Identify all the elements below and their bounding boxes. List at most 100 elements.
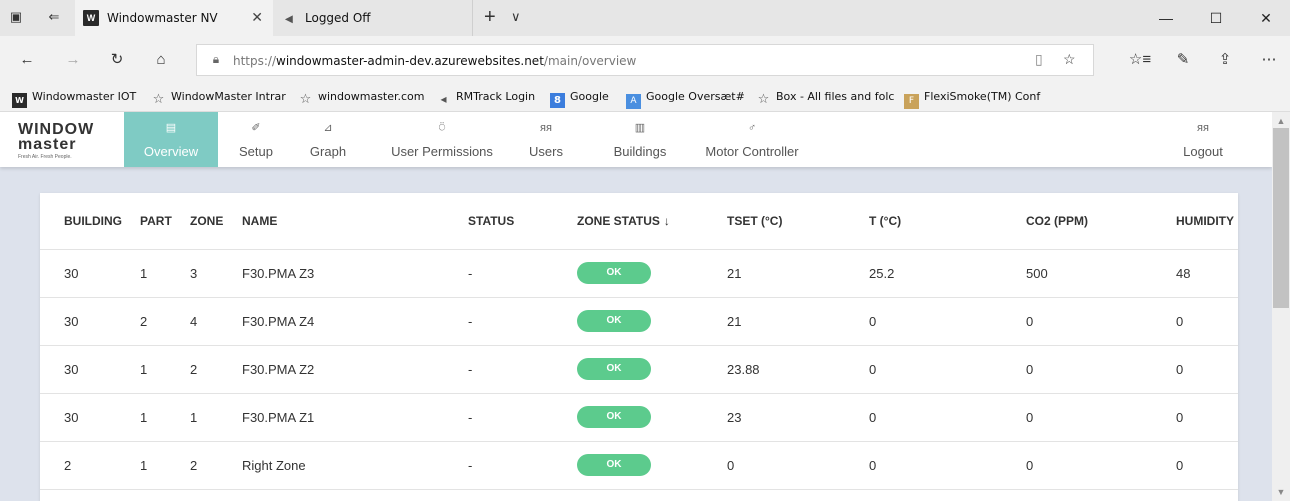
cell-zone: 3 <box>190 249 242 298</box>
chevron-down-icon[interactable]: ∨ <box>511 9 521 25</box>
col-humidity[interactable]: HUMIDITY <box>1176 193 1238 250</box>
col-status[interactable]: STATUS <box>468 193 577 250</box>
favorite-rmtrack-login[interactable]: ◂ RMTrack Login <box>436 90 535 106</box>
url-text[interactable]: https://windowmaster-admin-dev.azurewebs… <box>233 54 636 68</box>
share-icon[interactable]: ⇪ <box>1214 50 1236 70</box>
favorite-google-translate[interactable]: A Google Oversæt# <box>626 90 745 109</box>
favorite-windowmaster-com[interactable]: ☆ windowmaster.com <box>298 90 425 107</box>
menu-overview[interactable]: ▤ Overview <box>124 112 218 167</box>
menu-user-permissions[interactable]: ⍥ User Permissions <box>372 112 512 167</box>
scroll-up-icon[interactable]: ▲ <box>1272 114 1290 128</box>
address-bar[interactable]: 🔒︎ https://windowmaster-admin-dev.azurew… <box>196 44 1094 76</box>
table-row[interactable]: 2 1 2 Right Zone - OK 0 0 0 0 <box>40 441 1238 490</box>
wrench-icon: ✐ <box>251 122 261 134</box>
zones-table-card: BUILDING PART ZONE NAME STATUS ZONE STAT… <box>40 193 1238 501</box>
refresh-button[interactable]: ↻ <box>106 50 128 70</box>
windowmaster-logo[interactable]: WINDOW master Fresh Air. Fresh People. <box>18 122 118 162</box>
building-icon: ▥ <box>634 122 646 134</box>
close-icon[interactable]: ✕ <box>251 9 263 26</box>
favorite-star-icon[interactable]: ☆ <box>1063 51 1076 68</box>
star-icon: ☆ <box>152 92 165 107</box>
table-header-row: BUILDING PART ZONE NAME STATUS ZONE STAT… <box>40 193 1238 250</box>
menu-graph[interactable]: ⊿ Graph <box>296 112 360 167</box>
status-badge: OK <box>577 454 651 476</box>
status-badge: OK <box>577 310 651 332</box>
cell-name: Right Zone <box>242 441 468 490</box>
cell-zone-status: OK <box>577 345 727 394</box>
menu-setup[interactable]: ✐ Setup <box>228 112 284 167</box>
favorites-bar: W Windowmaster IOT ☆ WindowMaster Intrar ☆… <box>0 84 1290 112</box>
back-button[interactable]: ← <box>16 50 38 70</box>
tab-logged-off[interactable]: ◂ Logged Off <box>273 0 473 36</box>
reading-view-icon[interactable]: ▯ <box>1035 51 1043 68</box>
browser-nav-bar: ← → ↻ ⌂ 🔒︎ https://windowmaster-admin-de… <box>0 36 1290 84</box>
col-t[interactable]: T (°C) <box>869 193 1026 250</box>
cell-tset: 21 <box>727 297 869 346</box>
window-close-button[interactable]: ✕ <box>1246 6 1286 30</box>
col-zone-status[interactable]: ZONE STATUS ↓ <box>577 193 727 250</box>
favorite-flexismoke[interactable]: F FlexiSmoke(TM) Conf <box>904 90 1040 109</box>
table-row[interactable]: 30 1 1 F30.PMA Z1 - OK 23 0 0 0 <box>40 393 1238 442</box>
cell-zone-status: OK <box>577 393 727 442</box>
scroll-down-icon[interactable]: ▼ <box>1272 485 1290 499</box>
table-row[interactable]: 30 1 2 F30.PMA Z2 - OK 23.88 0 0 0 <box>40 345 1238 394</box>
col-zone[interactable]: ZONE <box>190 193 242 250</box>
menu-buildings[interactable]: ▥ Buildings <box>600 112 680 167</box>
status-badge: OK <box>577 406 651 428</box>
col-tset[interactable]: TSET (°C) <box>727 193 869 250</box>
windowmaster-logo-icon: W <box>12 93 27 108</box>
favorite-windowmaster-intranet[interactable]: ☆ WindowMaster Intrar <box>151 90 286 107</box>
favorite-google[interactable]: 8 Google <box>550 90 609 108</box>
maximize-button[interactable]: ☐ <box>1196 6 1236 30</box>
table-row[interactable]: 30 1 3 F30.PMA Z3 - OK 21 25.2 500 48 <box>40 249 1238 298</box>
notes-pen-icon[interactable]: ✎ <box>1172 50 1194 70</box>
browser-title-bar: ▣ ⇐ W Windowmaster NV ✕ ◂ Logged Off + ∨… <box>0 0 1290 36</box>
menu-motor-controller[interactable]: ♂ Motor Controller <box>696 112 808 167</box>
menu-users[interactable]: ᴙᴙ Users <box>520 112 572 167</box>
motor-controller-icon: ♂ <box>747 122 757 134</box>
col-name[interactable]: NAME <box>242 193 468 250</box>
cell-tset: 23 <box>727 393 869 442</box>
home-button[interactable]: ⌂ <box>150 50 172 70</box>
forward-button[interactable]: → <box>62 50 84 70</box>
cell-t: 0 <box>869 393 1026 442</box>
app-header: WINDOW master Fresh Air. Fresh People. ▤… <box>0 112 1272 167</box>
cell-tset: 0 <box>727 441 869 490</box>
col-co2[interactable]: CO2 (PPM) <box>1026 193 1176 250</box>
minimize-button[interactable]: — <box>1146 6 1186 30</box>
col-part[interactable]: PART <box>140 193 190 250</box>
favorite-windowmaster-iot[interactable]: W Windowmaster IOT <box>12 90 136 108</box>
overview-icon: ▤ <box>165 122 177 134</box>
table-row[interactable]: 30 2 4 F30.PMA Z4 - OK 21 0 0 0 <box>40 297 1238 346</box>
favorite-box[interactable]: ☆ Box - All files and folc <box>756 90 895 107</box>
menu-logout[interactable]: ᴙᴙ Logout <box>1168 112 1238 167</box>
cell-status: - <box>468 249 577 298</box>
more-icon[interactable]: ⋯ <box>1258 50 1280 70</box>
cell-zone-status: OK <box>577 441 727 490</box>
sort-arrow-down-icon[interactable]: ↓ <box>664 214 670 228</box>
scrollbar-thumb[interactable] <box>1273 128 1289 308</box>
cell-part: 1 <box>140 345 190 394</box>
tab-title: Windowmaster NV <box>107 11 218 25</box>
status-badge: OK <box>577 358 651 380</box>
cell-zone-status: OK <box>577 249 727 298</box>
cell-status: - <box>468 297 577 346</box>
cell-co2: 0 <box>1026 393 1176 442</box>
cell-building: 30 <box>40 297 140 346</box>
windowmaster-logo-icon: W <box>83 10 99 26</box>
cell-humidity: 48 <box>1176 249 1238 298</box>
tab-windowmaster-nv[interactable]: W Windowmaster NV ✕ <box>75 0 273 36</box>
favorites-list-icon[interactable]: ☆≡ <box>1126 50 1154 70</box>
new-tab-button[interactable]: + <box>484 6 496 29</box>
tab-preview-icon[interactable]: ▣ <box>8 9 24 25</box>
cell-status: - <box>468 441 577 490</box>
col-building[interactable]: BUILDING <box>40 193 140 250</box>
cell-building: 30 <box>40 249 140 298</box>
cell-co2: 0 <box>1026 297 1176 346</box>
flexismoke-icon: F <box>904 94 919 109</box>
set-tabs-aside-icon[interactable]: ⇐ <box>46 9 62 25</box>
cell-name: F30.PMA Z2 <box>242 345 468 394</box>
cell-zone: 4 <box>190 297 242 346</box>
vertical-scrollbar[interactable]: ▲ ▼ <box>1272 112 1290 501</box>
cell-part: 1 <box>140 393 190 442</box>
